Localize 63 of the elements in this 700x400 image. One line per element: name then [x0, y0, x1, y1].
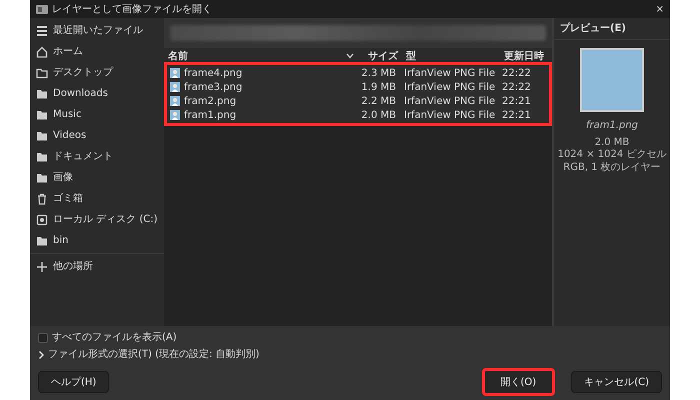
column-header[interactable]: 更新日時	[500, 48, 552, 64]
image-file-icon	[170, 68, 180, 78]
file-name[interactable]: fram2.png	[184, 94, 236, 108]
file-type: IrfanView PNG File	[403, 80, 496, 94]
cancel-button[interactable]: キャンセル(C)	[571, 371, 662, 393]
folder-icon	[36, 150, 48, 162]
image-placeholder	[580, 48, 644, 112]
file-size: 2.2 MB	[360, 94, 397, 108]
column-header[interactable]: 型	[402, 48, 500, 64]
file-type: IrfanView PNG File	[403, 66, 496, 80]
sidebar-item[interactable]: bin	[30, 230, 164, 251]
checkbox-label: すべてのファイルを表示(A)	[52, 330, 177, 345]
preview-title: プレビュー(E)	[554, 18, 670, 40]
folder-icon	[36, 88, 48, 100]
file-type: IrfanView PNG File	[403, 108, 496, 122]
sidebar-item[interactable]: 最近開いたファイル	[30, 20, 164, 41]
file-name[interactable]: frame4.png	[184, 66, 242, 80]
sidebar-item[interactable]: 画像	[30, 167, 164, 188]
file-name[interactable]: fram1.png	[184, 108, 236, 122]
open-button[interactable]: 開く(O)	[482, 368, 556, 396]
checkbox[interactable]	[38, 332, 48, 342]
folder-icon	[36, 234, 48, 246]
preview-detail: 2.0 MB	[594, 136, 630, 149]
sidebar-item[interactable]: ローカル ディスク (C:)	[30, 209, 164, 230]
sidebar-item[interactable]: Downloads	[30, 83, 164, 104]
file-size: 2.3 MB	[360, 66, 397, 80]
file-name[interactable]: frame3.png	[184, 80, 242, 94]
chevron-down-icon	[346, 53, 354, 59]
image-file-icon	[170, 82, 180, 92]
sidebar-item[interactable]: Videos	[30, 125, 164, 146]
home-icon	[36, 46, 48, 58]
file-modified: 22:21	[501, 94, 532, 108]
image-file-icon	[170, 110, 180, 120]
preview-filename: fram1.png	[586, 120, 638, 132]
column-header[interactable]: サイズ	[358, 48, 402, 64]
file-type: IrfanView PNG File	[403, 94, 496, 108]
expander-label[interactable]: ファイル形式の選択(T) (現在の設定: 自動判別)	[48, 347, 260, 362]
sidebar-item[interactable]: デスクトップ	[30, 62, 164, 83]
close-button[interactable]: ×	[656, 2, 664, 16]
window-title: レイヤーとして画像ファイルを開く	[52, 2, 213, 16]
file-modified: 22:21	[501, 108, 532, 122]
help-button[interactable]: ヘルプ(H)	[38, 371, 110, 393]
column-header[interactable]: 名前	[168, 48, 188, 64]
image-file-icon	[170, 96, 180, 106]
trash-icon	[36, 192, 48, 204]
file-modified: 22:22	[501, 66, 532, 80]
folder-icon	[36, 108, 48, 120]
plus-icon	[36, 260, 48, 272]
sidebar-item[interactable]: ホーム	[30, 41, 164, 62]
folder-icon	[36, 130, 48, 142]
app-icon	[36, 4, 48, 14]
preview-detail: RGB, 1 枚のレイヤー	[563, 162, 661, 174]
file-modified: 22:22	[501, 80, 532, 94]
sidebar-item[interactable]: ゴミ箱	[30, 188, 164, 209]
list-icon	[36, 24, 48, 36]
folder-icon	[36, 66, 48, 78]
folder-icon	[36, 172, 48, 184]
file-size: 1.9 MB	[360, 80, 397, 94]
sidebar-item[interactable]: Music	[30, 104, 164, 125]
sidebar-item[interactable]: 他の場所	[30, 256, 164, 277]
preview-detail: 1024 × 1024 ピクセル	[558, 149, 666, 162]
sidebar-item[interactable]: ドキュメント	[30, 146, 164, 167]
file-size: 2.0 MB	[360, 108, 397, 122]
